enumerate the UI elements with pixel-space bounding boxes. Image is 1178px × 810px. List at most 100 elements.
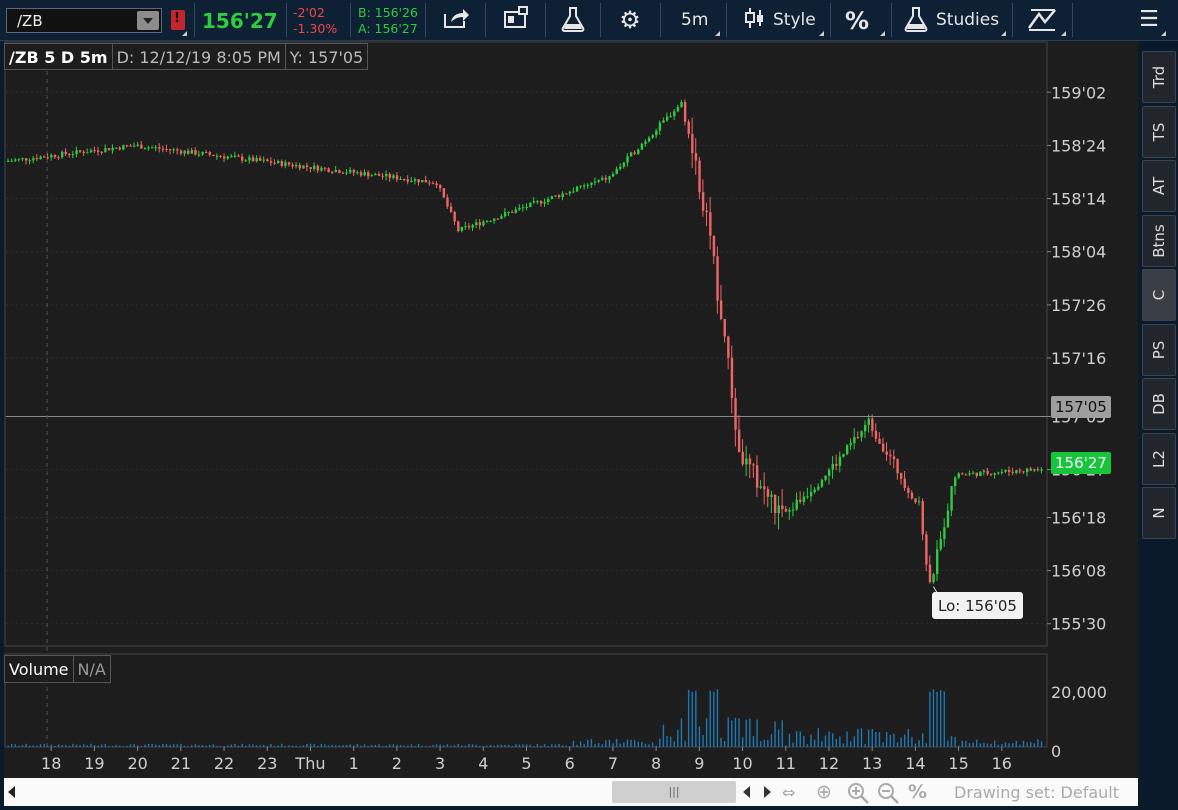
time-axis-label: 23 — [257, 754, 277, 773]
volume-bar — [479, 745, 481, 747]
candle-body — [658, 122, 662, 131]
candle-body — [395, 175, 399, 180]
zoom-out-icon[interactable] — [876, 781, 900, 810]
candle-body — [770, 494, 773, 497]
scroll-forward-arrow-icon[interactable] — [764, 786, 771, 798]
volume-bar — [83, 744, 85, 747]
candle-body — [766, 489, 770, 497]
zoom-in-icon[interactable] — [846, 781, 870, 810]
volume-bar — [439, 744, 441, 747]
candle-body — [212, 154, 215, 157]
volume-bar — [792, 742, 794, 747]
volume-bar — [594, 744, 596, 747]
volume-bar — [392, 744, 395, 747]
scroll-left-arrow-icon[interactable] — [8, 786, 15, 798]
candle-body — [683, 102, 687, 122]
volume-bar — [738, 718, 740, 747]
candle-body — [50, 155, 53, 158]
volume-bar — [540, 745, 542, 747]
volume-bar — [929, 691, 931, 747]
candle-body — [968, 473, 971, 475]
candle-body — [478, 222, 482, 226]
volume-bar — [777, 729, 780, 747]
side-tab-ts[interactable]: TS — [1142, 105, 1176, 158]
flask-icon[interactable] — [557, 6, 589, 34]
volume-bar — [587, 739, 589, 747]
side-tab-ps[interactable]: PS — [1142, 323, 1176, 376]
volume-label[interactable]: Volume — [4, 655, 74, 683]
symbol-input[interactable]: /ZB — [6, 8, 162, 33]
scroll-back-arrow-icon[interactable] — [743, 786, 750, 798]
volume-bar — [241, 743, 243, 747]
side-tab-l2[interactable]: L2 — [1142, 432, 1176, 485]
menu-icon[interactable]: ☰ — [1135, 6, 1163, 34]
grid-layout-icon[interactable] — [500, 6, 532, 34]
volume-bar — [403, 745, 405, 747]
volume-bar — [173, 744, 175, 747]
candle-body — [791, 509, 795, 511]
share-icon[interactable] — [440, 6, 472, 34]
candle-body — [21, 158, 24, 160]
symbol-dropdown-button[interactable] — [137, 11, 159, 30]
volume-bar — [180, 743, 182, 747]
candle-body — [190, 150, 194, 154]
timeframe-button[interactable]: 5m — [681, 10, 708, 30]
candle-body — [529, 202, 532, 207]
candle-body — [655, 130, 658, 136]
candle-body — [547, 198, 550, 203]
side-tab-trd[interactable]: Trd — [1142, 51, 1176, 103]
candle-body — [298, 164, 302, 169]
volume-axis-label: 0 — [1051, 742, 1061, 761]
candle-body — [853, 437, 856, 444]
side-tab-n[interactable]: N — [1142, 487, 1176, 539]
percent-button[interactable]: % — [845, 7, 869, 35]
volume-bar — [950, 736, 953, 747]
symbol-text: /ZB — [17, 12, 43, 30]
style-button[interactable]: Style — [773, 10, 816, 30]
candle-body — [115, 147, 118, 149]
drawing-set-label[interactable]: Drawing set: Default — [954, 783, 1119, 802]
volume-bar — [223, 746, 225, 747]
volume-bar — [234, 743, 236, 747]
candle-body — [637, 149, 640, 154]
scrollbar-thumb[interactable]: ||| — [612, 781, 736, 803]
time-axis-label: 20 — [127, 754, 147, 773]
volume-bar — [896, 742, 899, 747]
toolbar: /ZB ! 156'27 -2'02 -1.30% B: 156'26 A: 1… — [0, 0, 1178, 41]
time-axis-label: 22 — [214, 754, 234, 773]
candle-body — [633, 152, 636, 154]
chart-symbol-period[interactable]: /ZB 5 D 5m — [4, 43, 113, 70]
volume-bar — [803, 735, 805, 747]
candle-body — [392, 175, 395, 178]
volume-bar — [101, 744, 103, 747]
volume-bar — [313, 743, 315, 747]
volume-bar — [29, 745, 31, 747]
candle-body — [575, 186, 579, 192]
candle-body — [194, 150, 197, 155]
price-chart[interactable]: 159'02 158'24 158'14 158'04 157'26 157'16 157'… — [4, 41, 1138, 778]
side-tab-c[interactable]: C — [1142, 269, 1176, 321]
volume-bar — [201, 745, 204, 747]
volume-bar — [810, 734, 812, 747]
drawing-tools-icon[interactable] — [1026, 6, 1058, 34]
candle-body — [608, 176, 611, 180]
side-tab-at[interactable]: AT — [1142, 160, 1176, 212]
alert-icon[interactable]: ! — [171, 10, 185, 30]
volume-bar — [957, 745, 960, 747]
candle-body — [147, 147, 150, 149]
gear-icon[interactable]: ⚙ — [614, 6, 646, 34]
percent-scale-icon[interactable]: % — [908, 781, 927, 803]
candle-body — [140, 144, 143, 149]
candle-body — [615, 168, 618, 175]
studies-button[interactable]: Studies — [936, 10, 999, 30]
chart-panel[interactable]: 159'02 158'24 158'14 158'04 157'26 157'16 157'… — [4, 41, 1138, 778]
expand-icon[interactable]: ⇔ — [782, 783, 795, 802]
crosshair-icon[interactable]: ⊕ — [816, 781, 832, 803]
volume-bar — [986, 743, 989, 747]
candle-body — [248, 157, 251, 161]
side-tab-btns[interactable]: Btns — [1142, 214, 1176, 267]
low-price-label: Lo: 156'05 — [932, 592, 1023, 619]
candle-body — [496, 218, 500, 220]
side-tab-db[interactable]: DB — [1142, 378, 1176, 430]
time-axis-label: 1 — [349, 754, 359, 773]
